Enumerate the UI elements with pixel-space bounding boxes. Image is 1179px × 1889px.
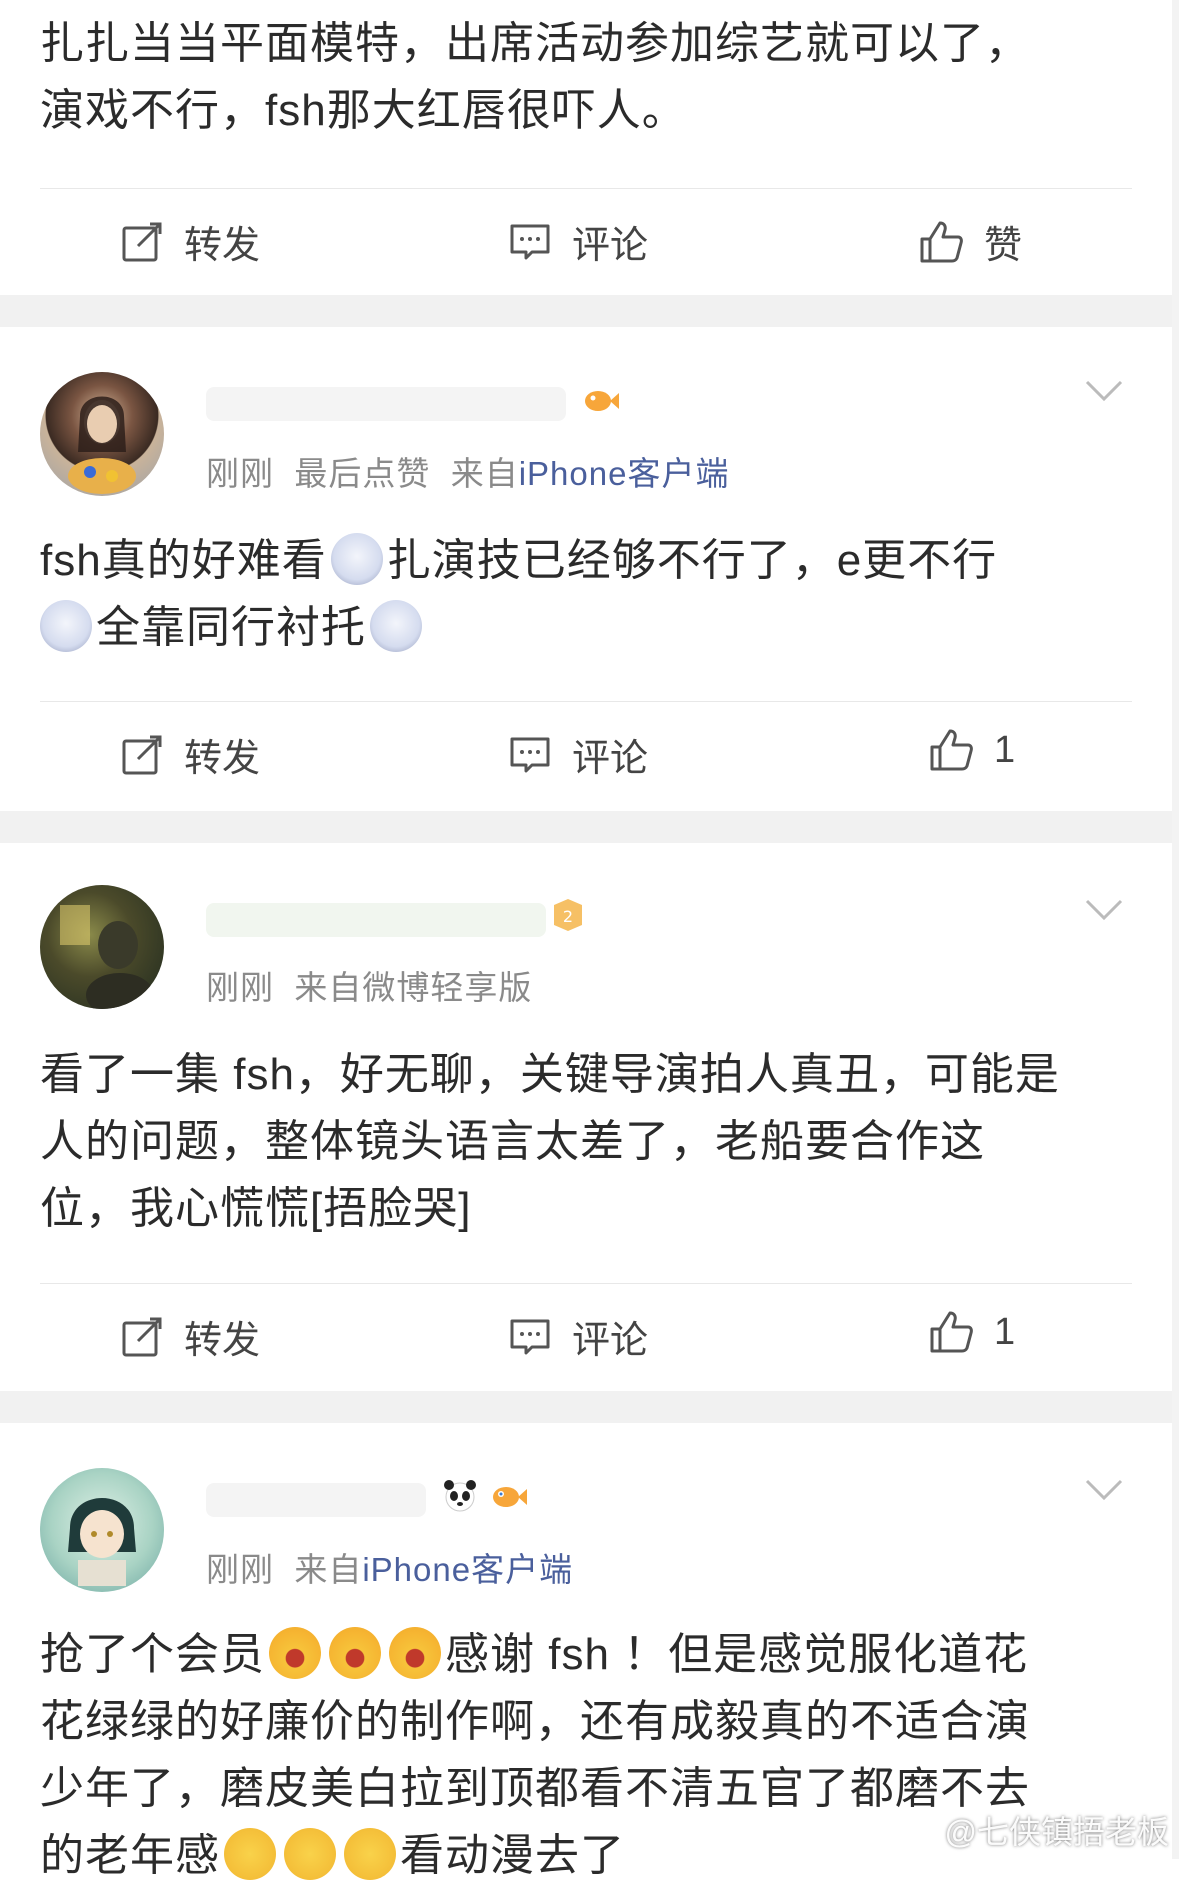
post-time: 刚刚 <box>206 1551 274 1588</box>
comment-icon <box>508 220 552 264</box>
divider <box>40 188 1132 189</box>
section-gap <box>0 295 1172 327</box>
like-label: 赞 <box>984 225 1023 267</box>
post-text: 扎扎当当平面模特，出席活动参加综艺就可以了， 演戏不行，fsh那大红唇很吓人。 <box>40 19 1030 135</box>
source-prefix: 来自 <box>294 1551 363 1588</box>
repost-icon <box>120 220 164 264</box>
comment-button[interactable]: 评论 <box>508 1309 648 1364</box>
repost-label: 转发 <box>184 738 261 780</box>
like-button[interactable]: 1 <box>928 727 1015 773</box>
post-time: 刚刚 <box>206 969 274 1006</box>
laughing-emoji-icon <box>269 1627 321 1679</box>
laughing-emoji-icon <box>389 1627 441 1679</box>
repost-label: 转发 <box>184 1320 261 1362</box>
comment-icon <box>508 733 552 777</box>
scroll-edge <box>1172 0 1179 1859</box>
post-meta: 刚刚 最后点赞 来自iPhone客户端 <box>206 447 729 495</box>
source-prefix: 来自 <box>450 455 519 492</box>
crying-laugh-emoji-icon <box>344 1828 396 1880</box>
like-button[interactable]: 1 <box>928 1309 1015 1355</box>
source-client[interactable]: iPhone客户端 <box>362 1551 573 1588</box>
like-button[interactable]: 赞 <box>918 214 1022 269</box>
weibo-logo-icon <box>899 1810 939 1850</box>
username-redacted[interactable] <box>206 903 546 937</box>
username-redacted[interactable] <box>206 387 566 421</box>
comment-button[interactable]: 评论 <box>508 214 648 269</box>
comment-label: 评论 <box>572 738 649 780</box>
source-client[interactable]: 微博轻享版 <box>362 969 532 1006</box>
repost-icon <box>120 1315 164 1359</box>
divider <box>40 1283 1132 1284</box>
username-redacted[interactable] <box>206 1483 426 1517</box>
like-icon <box>928 727 974 773</box>
like-count: 1 <box>994 728 1016 771</box>
post-card-3: 刚刚 来自iPhone客户端 抢了个会员 感谢 fsh ！但是感觉服化道花 花绿绿… <box>0 1423 1172 1880</box>
post-extra: 最后点赞 <box>294 455 431 492</box>
divider <box>40 701 1132 702</box>
like-count: 1 <box>994 1310 1016 1353</box>
dizzy-emoji-icon <box>40 600 92 652</box>
post-card-0: 扎扎当当平面模特，出席活动参加综艺就可以了， 演戏不行，fsh那大红唇很吓人。 … <box>0 0 1172 295</box>
fish-badge-icon <box>488 1475 528 1520</box>
comment-button[interactable]: 评论 <box>508 727 648 782</box>
comment-icon <box>508 1315 552 1359</box>
source-client[interactable]: iPhone客户端 <box>519 455 730 492</box>
section-gap <box>0 811 1172 843</box>
like-icon <box>928 1309 974 1355</box>
post-meta: 刚刚 来自iPhone客户端 <box>206 1543 573 1591</box>
source-prefix: 来自 <box>294 969 363 1006</box>
like-icon <box>918 219 964 265</box>
repost-icon <box>120 733 164 777</box>
repost-button[interactable]: 转发 <box>120 1309 260 1364</box>
post-meta: 刚刚 来自微博轻享版 <box>206 961 532 1009</box>
fish-badge-icon <box>580 379 620 424</box>
watermark: @七侠镇捂老板 <box>899 1807 1169 1853</box>
section-gap <box>0 1391 1172 1423</box>
repost-label: 转发 <box>184 225 261 267</box>
dizzy-emoji-icon <box>330 533 383 585</box>
post-card-2: 2 刚刚 来自微博轻享版 看了一集 fsh，好无聊，关键导演拍人真丑，可能是 人… <box>0 843 1172 1391</box>
comment-label: 评论 <box>572 1320 649 1362</box>
avatar[interactable] <box>40 1468 164 1592</box>
repost-button[interactable]: 转发 <box>120 214 260 269</box>
laughing-emoji-icon <box>329 1627 381 1679</box>
crying-laugh-emoji-icon <box>224 1828 276 1880</box>
post-card-1: 刚刚 最后点赞 来自iPhone客户端 fsh真的好难看 扎演技已经够不行了，e更… <box>0 327 1172 811</box>
svg-text:2: 2 <box>563 907 573 926</box>
level-badge-icon: 2 <box>548 895 588 940</box>
crying-laugh-emoji-icon <box>284 1828 336 1880</box>
post-text: 看了一集 fsh，好无聊，关键导演拍人真丑，可能是 人的问题，整体镜头语言太差了… <box>40 1050 1060 1233</box>
chevron-down-icon[interactable] <box>1084 379 1124 408</box>
chevron-down-icon[interactable] <box>1084 898 1124 927</box>
comment-label: 评论 <box>572 225 649 267</box>
avatar[interactable] <box>40 885 164 1009</box>
post-text: fsh真的好难看 扎演技已经够不行了，e更不行 全靠同行衬托 <box>40 527 1140 661</box>
dizzy-emoji-icon <box>370 600 422 652</box>
repost-button[interactable]: 转发 <box>120 727 260 782</box>
panda-badge-icon <box>440 1475 480 1520</box>
chevron-down-icon[interactable] <box>1084 1478 1124 1507</box>
post-time: 刚刚 <box>206 455 274 492</box>
avatar[interactable] <box>40 372 164 496</box>
